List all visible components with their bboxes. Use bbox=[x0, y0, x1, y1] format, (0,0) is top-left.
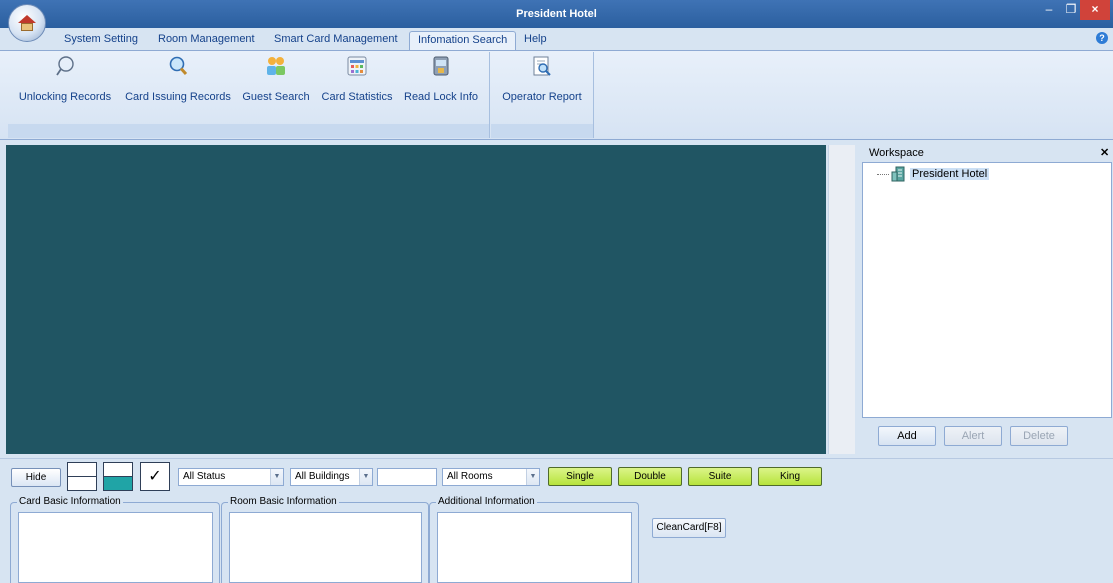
guests-icon bbox=[267, 57, 285, 75]
room-basic-info-title: Room Basic Information bbox=[228, 496, 339, 507]
statistics-grid-icon bbox=[347, 56, 367, 76]
room-type-double-button[interactable]: Double bbox=[618, 467, 682, 486]
chevron-down-icon: ▼ bbox=[270, 469, 283, 485]
hotel-lock-app: President Hotel – ❐ × System Setting Roo… bbox=[0, 0, 1113, 583]
room-number-input[interactable] bbox=[377, 468, 437, 486]
tab-smart-card-management[interactable]: Smart Card Management bbox=[266, 31, 406, 50]
add-button[interactable]: Add bbox=[878, 426, 936, 446]
read-lock-info-button[interactable]: Read Lock Info bbox=[403, 55, 479, 121]
additional-info-box bbox=[437, 512, 632, 583]
check-toggle-icon[interactable]: ✓ bbox=[140, 462, 170, 491]
title-bar: President Hotel – ❐ × bbox=[0, 0, 1113, 28]
chevron-down-icon: ▼ bbox=[359, 469, 372, 485]
room-type-suite-button[interactable]: Suite bbox=[688, 467, 752, 486]
lock-reader-icon bbox=[433, 56, 449, 76]
room-basic-info-box bbox=[229, 512, 422, 583]
room-type-single-button[interactable]: Single bbox=[548, 467, 612, 486]
tree-node-hotel[interactable]: President Hotel bbox=[877, 166, 990, 182]
card-basic-info-title: Card Basic Information bbox=[17, 496, 123, 507]
buildings-select[interactable]: All Buildings ▼ bbox=[290, 468, 373, 486]
unlocking-records-button[interactable]: Unlocking Records bbox=[14, 55, 116, 121]
delete-button[interactable]: Delete bbox=[1010, 426, 1068, 446]
additional-info-title: Additional Information bbox=[436, 496, 537, 507]
workspace-header: Workspace ✕ bbox=[860, 145, 1113, 161]
guest-search-button[interactable]: Guest Search bbox=[241, 55, 311, 121]
workspace-tree[interactable]: President Hotel bbox=[862, 162, 1112, 418]
ribbon: Unlocking Records Card Issuing Records G… bbox=[0, 50, 1113, 140]
display-mode-teal-icon[interactable] bbox=[103, 462, 133, 491]
house-icon bbox=[18, 15, 36, 31]
app-menu-orb-icon[interactable] bbox=[8, 4, 46, 42]
status-select[interactable]: All Status ▼ bbox=[178, 468, 284, 486]
operator-report-button[interactable]: Operator Report bbox=[499, 55, 585, 121]
tab-system-setting[interactable]: System Setting bbox=[56, 31, 146, 50]
workspace-title: Workspace bbox=[869, 147, 924, 159]
window-title: President Hotel bbox=[516, 8, 597, 20]
room-basic-info-group: Room Basic Information bbox=[221, 496, 429, 583]
card-basic-info-group: Card Basic Information bbox=[10, 496, 220, 583]
menu-tab-bar: System Setting Room Management Smart Car… bbox=[0, 28, 1113, 50]
room-type-king-button[interactable]: King bbox=[758, 467, 822, 486]
card-statistics-button[interactable]: Card Statistics bbox=[320, 55, 394, 121]
magnifier-icon bbox=[169, 56, 188, 76]
tab-help[interactable]: Help bbox=[516, 31, 555, 50]
close-icon[interactable]: × bbox=[1080, 0, 1110, 20]
tree-node-label: President Hotel bbox=[910, 168, 990, 180]
tab-room-management[interactable]: Room Management bbox=[150, 31, 263, 50]
help-icon[interactable]: ? bbox=[1096, 32, 1108, 44]
additional-info-group: Additional Information bbox=[429, 496, 639, 583]
building-icon bbox=[891, 166, 905, 182]
workspace-close-icon[interactable]: ✕ bbox=[1100, 146, 1109, 159]
report-search-icon bbox=[533, 56, 551, 76]
workspace-panel: Workspace ✕ President Hotel Add Alert De… bbox=[860, 145, 1113, 457]
clean-card-button[interactable]: CleanCard[F8] bbox=[652, 518, 726, 538]
chevron-down-icon: ▼ bbox=[526, 469, 539, 485]
display-mode-blank-icon[interactable] bbox=[67, 462, 97, 491]
splitter-strip[interactable] bbox=[828, 145, 855, 454]
room-status-canvas[interactable] bbox=[6, 145, 826, 454]
hide-button[interactable]: Hide bbox=[11, 468, 61, 487]
filter-bar: Hide ✓ All Status ▼ All Buildings ▼ All … bbox=[0, 458, 1113, 491]
tab-information-search[interactable]: Infomation Search bbox=[409, 31, 517, 50]
card-basic-info-box bbox=[18, 512, 213, 583]
magnifier-outline-icon bbox=[56, 56, 74, 76]
card-issuing-records-button[interactable]: Card Issuing Records bbox=[124, 55, 232, 121]
rooms-select[interactable]: All Rooms ▼ bbox=[442, 468, 540, 486]
alert-button[interactable]: Alert bbox=[944, 426, 1002, 446]
